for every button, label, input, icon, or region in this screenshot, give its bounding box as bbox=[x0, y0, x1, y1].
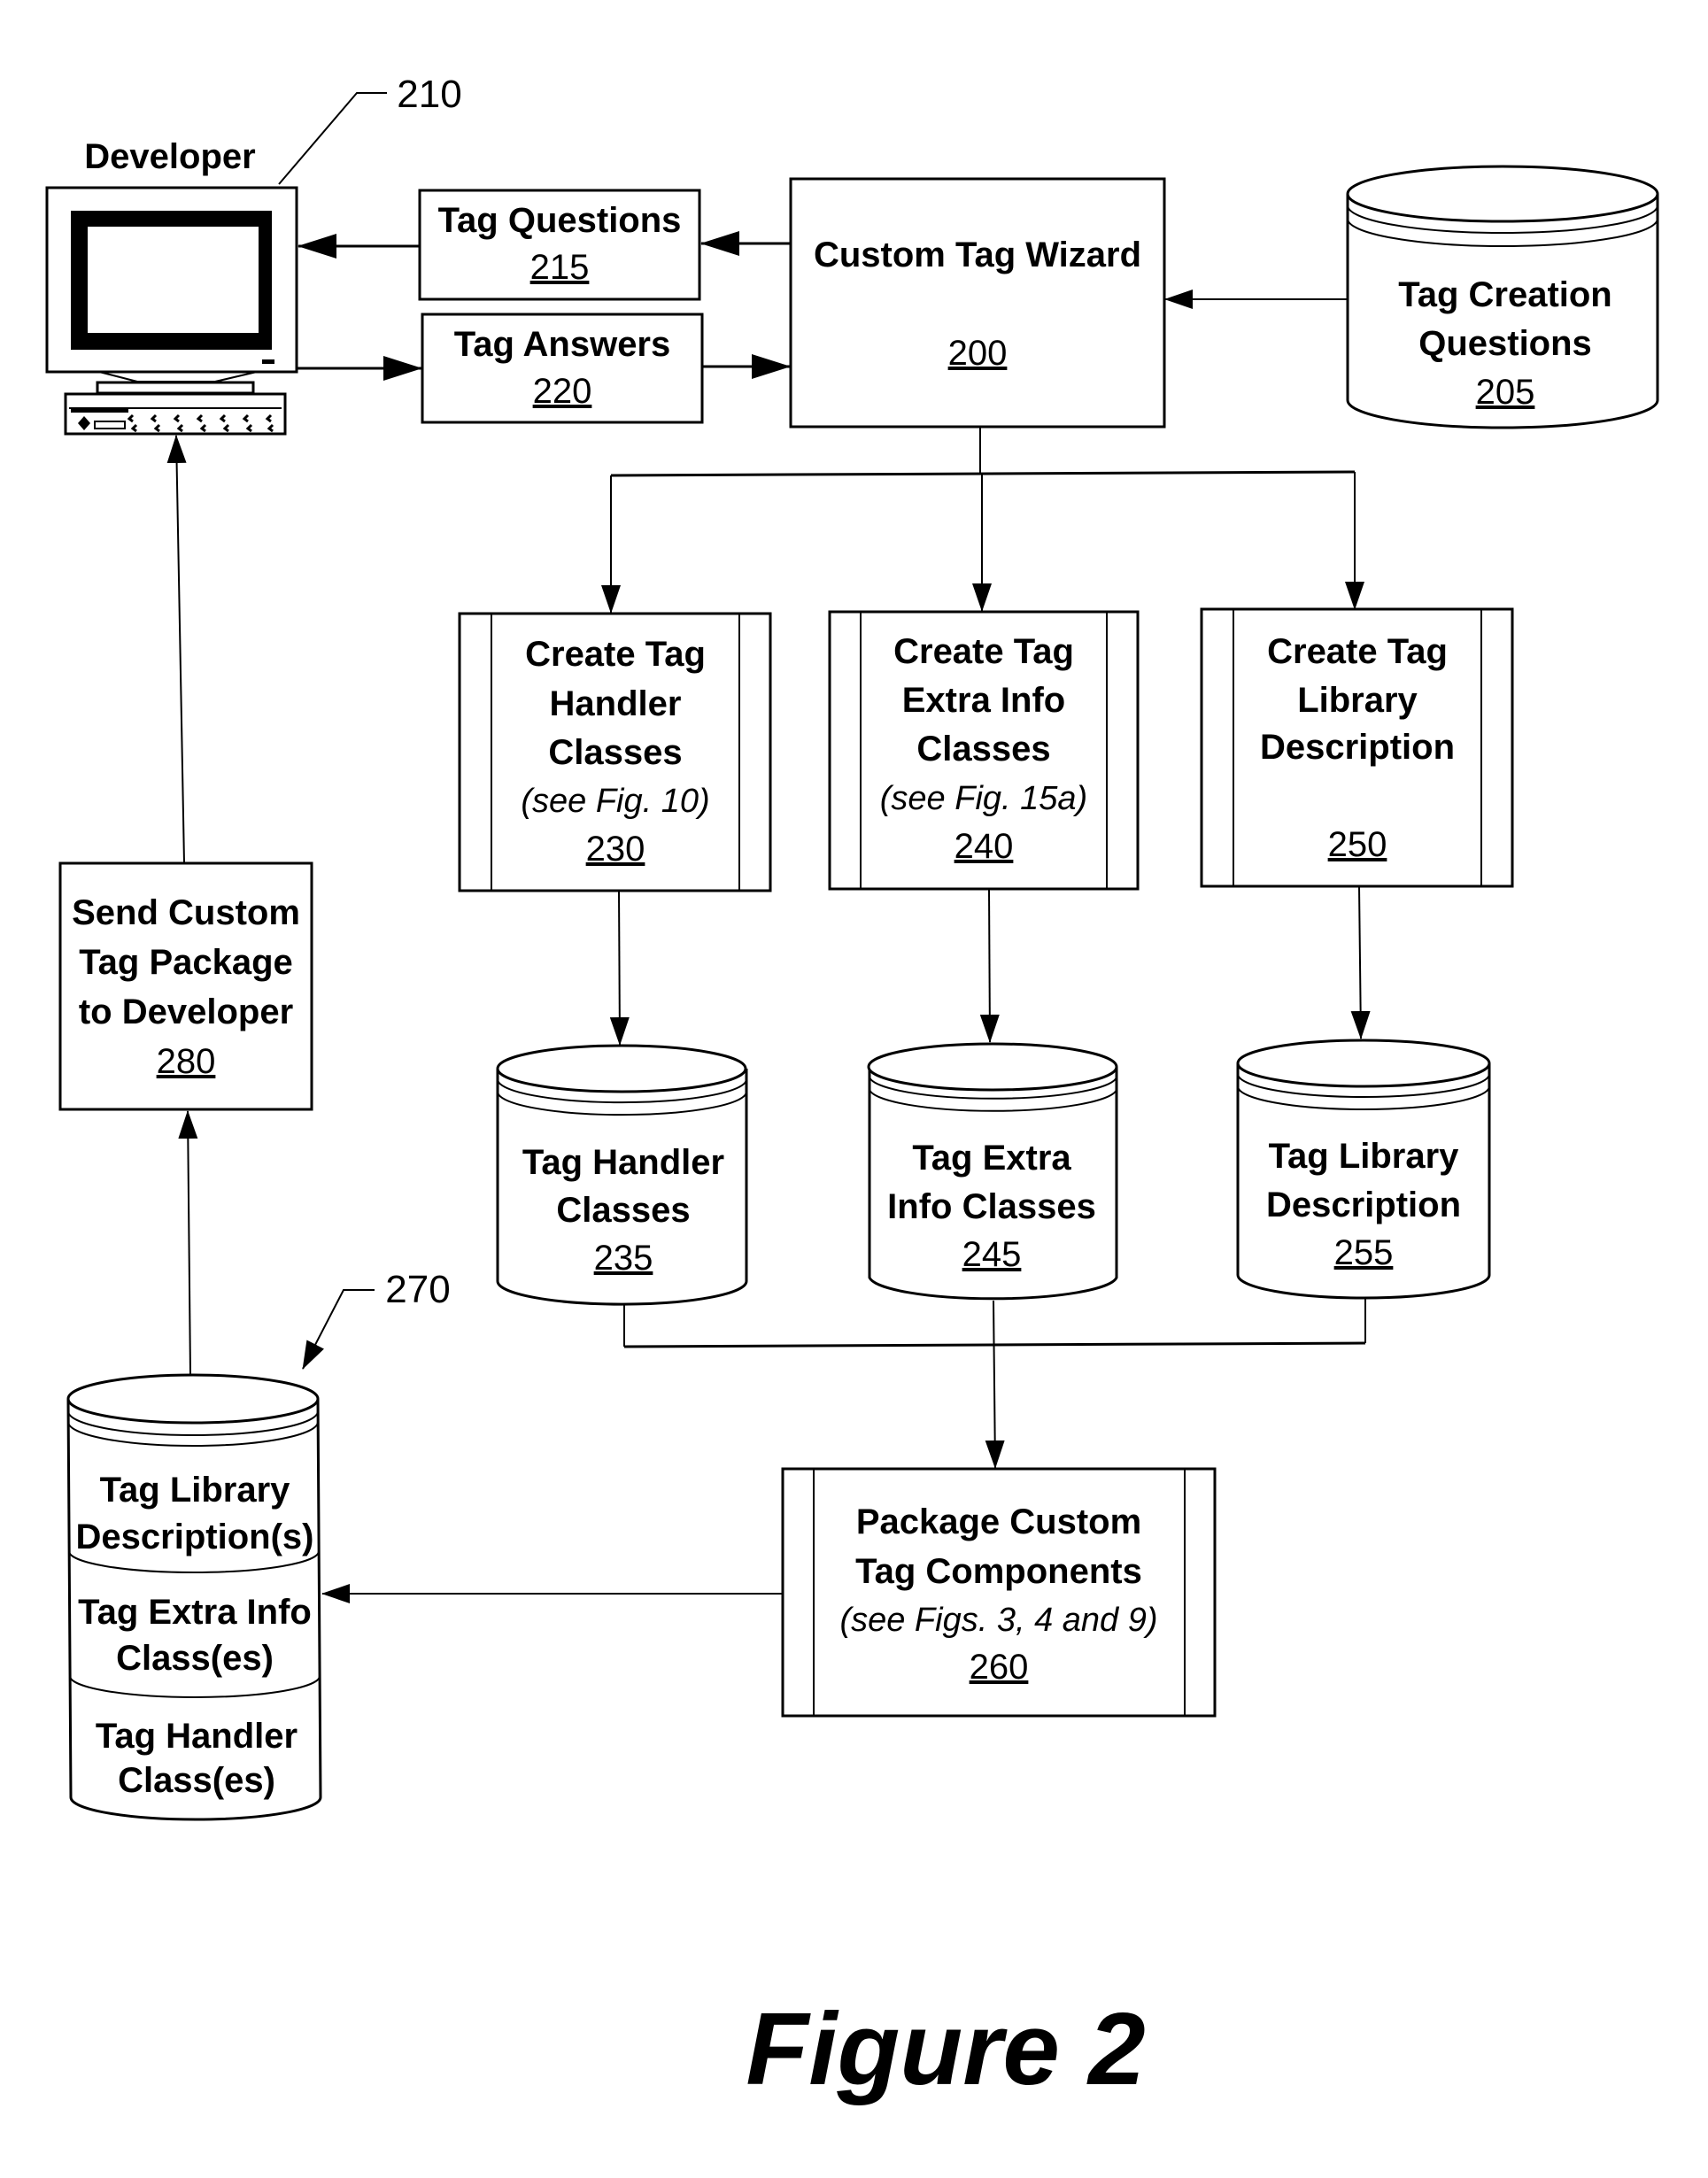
store-label-2: Classes bbox=[556, 1191, 690, 1230]
send-label-2: Tag Package bbox=[79, 943, 293, 982]
keyboard-strip bbox=[71, 409, 128, 413]
developer-ref-label: 210 bbox=[397, 73, 461, 116]
arrow-270-to-280 bbox=[178, 1110, 198, 1376]
store-label-2: Info Classes bbox=[887, 1187, 1096, 1226]
process-note: (see Fig. 15a) bbox=[880, 780, 1087, 817]
store-tag-extra-info-classes: Tag Extra Info Classes 245 bbox=[867, 1042, 1118, 1301]
tag-questions-label: Tag Questions bbox=[438, 201, 682, 240]
monitor-screen bbox=[88, 227, 259, 333]
monitor-base bbox=[96, 381, 255, 395]
package-section-label: Tag Extra Info bbox=[78, 1593, 312, 1632]
store-ref: 245 bbox=[962, 1235, 1022, 1274]
power-led-icon bbox=[262, 359, 274, 364]
process-note: (see Fig. 10) bbox=[521, 783, 709, 820]
process-create-tag-library-description: Create Tag Library Description 250 bbox=[1200, 607, 1514, 888]
flowchart-canvas: Developer 210 Tag Questions 215 Tag Answ… bbox=[45, 73, 1659, 2106]
package-label-1: Package Custom bbox=[856, 1502, 1141, 1541]
cylinder-top bbox=[496, 1044, 747, 1093]
custom-tag-wizard-label: Custom Tag Wizard bbox=[814, 236, 1141, 274]
store-ref: 235 bbox=[594, 1239, 653, 1278]
store-label-1: Tag Extra bbox=[912, 1139, 1071, 1178]
custom-tag-wizard-box bbox=[789, 177, 1166, 429]
store-tag-handler-classes: Tag Handler Classes 235 bbox=[496, 1044, 748, 1306]
arrow-240-to-245 bbox=[979, 888, 1000, 1043]
arrow-280-to-developer bbox=[166, 435, 187, 864]
package-note: (see Figs. 3, 4 and 9) bbox=[839, 1602, 1157, 1639]
process-label-1: Create Tag bbox=[893, 632, 1074, 671]
tag-creation-questions-ref: 205 bbox=[1476, 373, 1535, 412]
tag-creation-questions-label-2: Questions bbox=[1418, 324, 1592, 363]
figure-caption: Figure 2 bbox=[746, 1991, 1145, 2106]
tag-answers-label: Tag Answers bbox=[454, 325, 671, 364]
developer-ref-leader bbox=[278, 92, 387, 185]
cylinder-top bbox=[867, 1042, 1118, 1092]
tag-creation-questions-store: Tag Creation Questions 205 bbox=[1346, 165, 1659, 429]
package-section-label: Class(es) bbox=[118, 1761, 275, 1800]
store-label-2: Description bbox=[1266, 1186, 1461, 1224]
process-label-3: Classes bbox=[916, 730, 1050, 768]
package-section-label: Description(s) bbox=[76, 1518, 314, 1556]
tag-creation-questions-label-1: Tag Creation bbox=[1398, 275, 1612, 314]
monitor-stand bbox=[98, 371, 258, 382]
custom-tag-package-ref-leader bbox=[302, 1289, 375, 1370]
process-ref: 250 bbox=[1328, 825, 1387, 864]
custom-tag-package-store: Tag Library Description(s) Tag Extra Inf… bbox=[66, 1373, 322, 1821]
process-label-2: Handler bbox=[550, 684, 682, 723]
cylinder-top bbox=[66, 1373, 320, 1425]
send-label-1: Send Custom bbox=[72, 893, 300, 932]
cylinder-top bbox=[1236, 1039, 1491, 1088]
process-label-1: Create Tag bbox=[1267, 632, 1448, 671]
store-label-1: Tag Handler bbox=[522, 1143, 724, 1182]
arrow-merge-to-260 bbox=[985, 1300, 1005, 1469]
package-section-label: Tag Library bbox=[100, 1471, 291, 1510]
tag-questions-node: Tag Questions 215 bbox=[418, 189, 701, 301]
process-label-2: Library bbox=[1297, 681, 1418, 720]
process-ref: 240 bbox=[954, 827, 1014, 866]
process-label-3: Description bbox=[1260, 728, 1455, 767]
developer-label: Developer bbox=[84, 137, 255, 176]
store-ref: 255 bbox=[1334, 1233, 1394, 1272]
send-ref: 280 bbox=[157, 1042, 216, 1081]
computer-workstation-icon bbox=[45, 186, 298, 436]
cylinder-top bbox=[1346, 165, 1659, 223]
tag-answers-node: Tag Answers 220 bbox=[421, 313, 704, 424]
custom-tag-package-ref-label: 270 bbox=[385, 1268, 450, 1311]
tag-answers-ref: 220 bbox=[533, 372, 592, 411]
developer-node: Developer 210 bbox=[45, 73, 462, 436]
tag-questions-ref: 215 bbox=[530, 248, 590, 287]
package-label-2: Tag Components bbox=[855, 1552, 1142, 1591]
process-label-2: Extra Info bbox=[902, 681, 1065, 720]
process-package-custom-tag-components: Package Custom Tag Components (see Figs.… bbox=[781, 1467, 1217, 1718]
process-create-tag-handler-classes: Create Tag Handler Classes (see Fig. 10)… bbox=[458, 612, 772, 892]
arrow-230-to-235 bbox=[609, 890, 630, 1046]
custom-tag-wizard-ref: 200 bbox=[948, 334, 1008, 373]
package-section-label: Tag Handler bbox=[96, 1717, 298, 1756]
package-section-label: Class(es) bbox=[116, 1639, 274, 1678]
package-ref: 260 bbox=[970, 1648, 1029, 1687]
process-ref: 230 bbox=[586, 830, 645, 869]
process-create-tag-extra-info-classes: Create Tag Extra Info Classes (see Fig. … bbox=[828, 610, 1140, 891]
store-label-1: Tag Library bbox=[1269, 1137, 1460, 1176]
arrow-250-to-255 bbox=[1350, 885, 1371, 1039]
process-label-3: Classes bbox=[548, 733, 682, 772]
store-tag-library-description: Tag Library Description 255 bbox=[1236, 1039, 1491, 1300]
custom-tag-wizard-node: Custom Tag Wizard 200 bbox=[789, 177, 1166, 429]
send-custom-tag-package-node: Send Custom Tag Package to Developer 280 bbox=[58, 861, 313, 1111]
process-label-1: Create Tag bbox=[525, 635, 706, 674]
send-label-3: to Developer bbox=[79, 992, 293, 1031]
